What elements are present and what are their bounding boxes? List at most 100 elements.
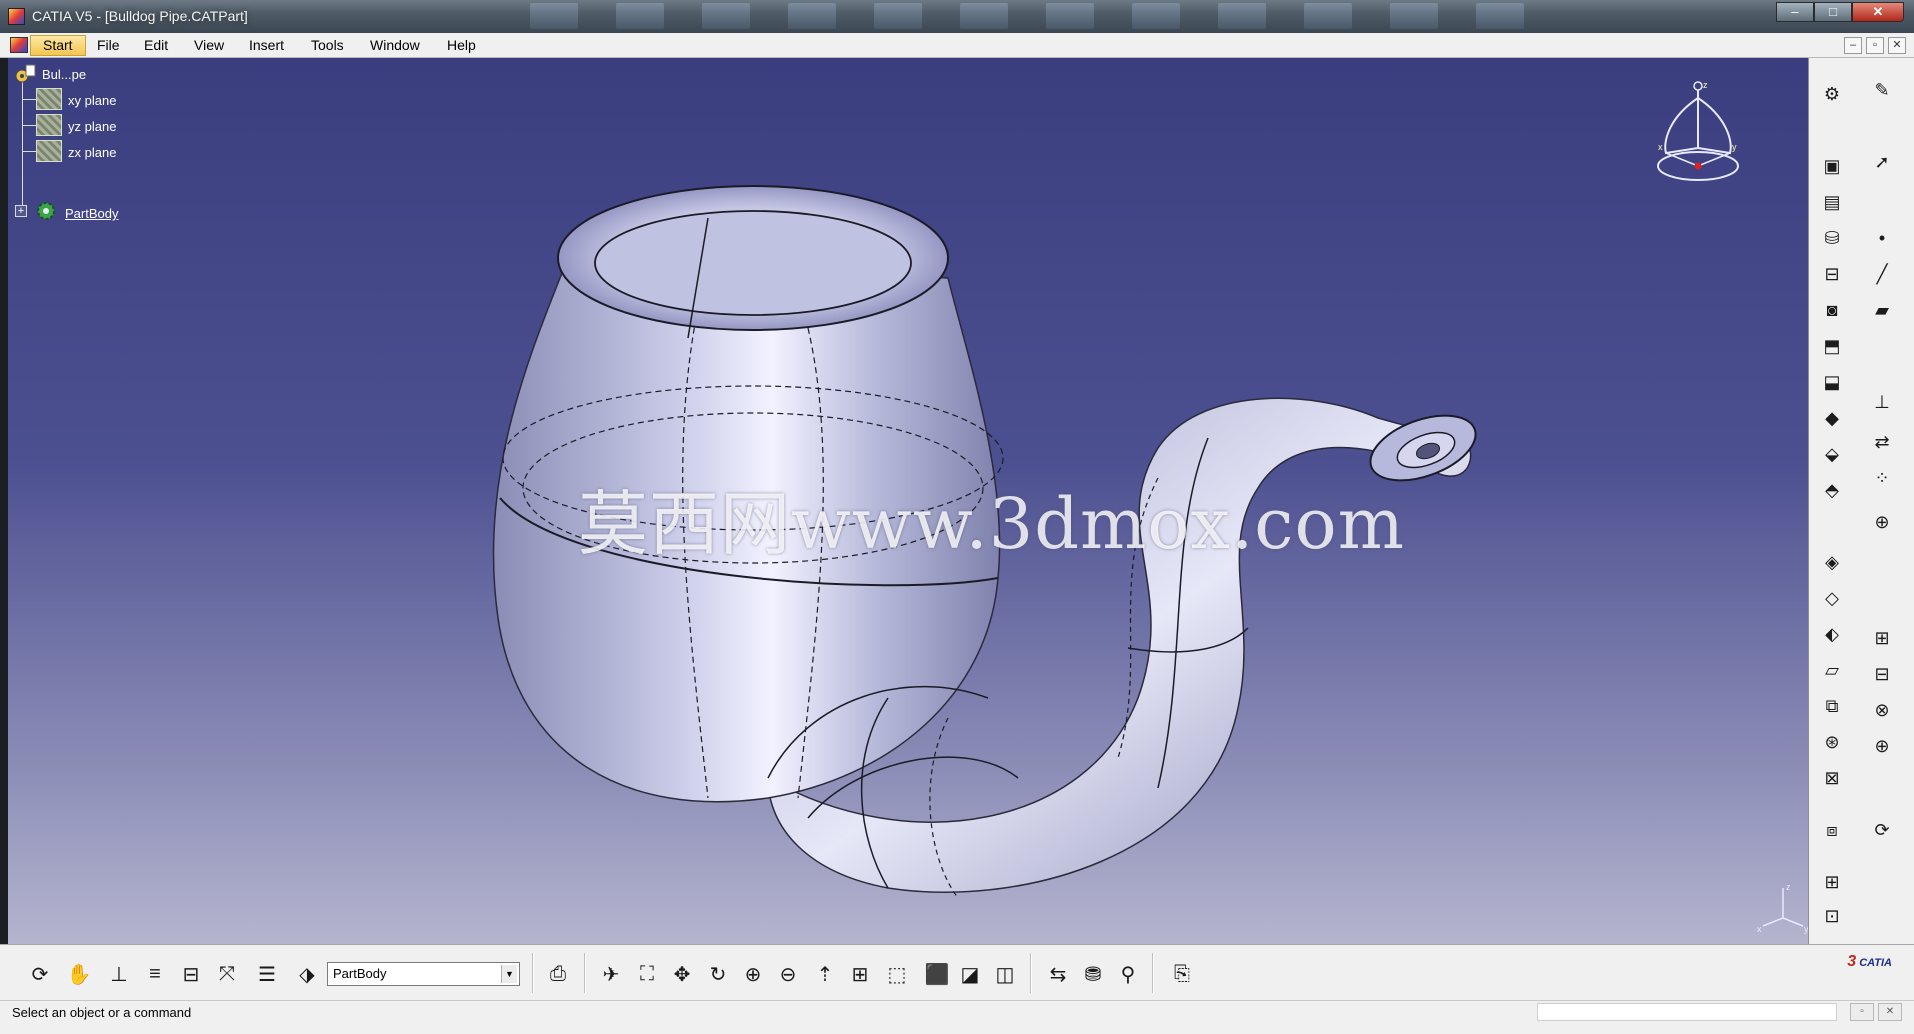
document-icon[interactable] — [10, 37, 28, 53]
reference-icon[interactable]: ▤ — [1819, 190, 1845, 214]
pan-hand-icon[interactable]: ✋ — [64, 959, 94, 989]
shading-icon[interactable]: ◪ — [955, 959, 985, 989]
menu-file[interactable]: File — [97, 37, 120, 53]
menu-view[interactable]: View — [194, 37, 224, 53]
list-icon[interactable]: ☰ — [252, 959, 282, 989]
pocket-icon[interactable]: ⊟ — [1819, 262, 1845, 286]
axis-system-icon[interactable]: ⊥ — [104, 959, 134, 989]
body-selector-dropdown[interactable]: PartBody ▼ — [327, 962, 520, 986]
status-button-2[interactable]: ✕ — [1878, 1003, 1902, 1021]
compass-widget[interactable]: z x y — [1648, 78, 1748, 198]
zoom-area-icon[interactable]: ⊕ — [1869, 510, 1895, 534]
split-icon[interactable]: ⊠ — [1819, 766, 1845, 790]
constraint-icon[interactable]: ≡ — [140, 959, 170, 989]
maximize-button[interactable]: □ — [1814, 2, 1852, 22]
fillet-icon[interactable]: ◈ — [1819, 550, 1845, 574]
thumbnail — [616, 3, 664, 29]
thumbnail — [960, 3, 1008, 29]
mirror-icon[interactable]: ⧈ — [1819, 818, 1845, 842]
menu-start[interactable]: Start — [30, 35, 86, 56]
scan-icon[interactable]: ⤧ — [212, 959, 242, 989]
loft-icon[interactable]: ⬘ — [1819, 478, 1845, 502]
toolbar-separator — [532, 953, 534, 993]
plane-icon[interactable]: ▰ — [1869, 298, 1895, 322]
zoom-in-icon[interactable]: ⊕ — [738, 959, 768, 989]
normal-view-icon[interactable]: ⇡ — [810, 959, 840, 989]
rotate-icon[interactable]: ↻ — [703, 959, 733, 989]
doc-close-button[interactable]: ✕ — [1888, 37, 1906, 54]
sketcher-icon[interactable]: ▣ — [1819, 154, 1845, 178]
hide-show-icon[interactable]: ◫ — [990, 959, 1020, 989]
zoom-out-icon[interactable]: ⊖ — [773, 959, 803, 989]
apply-material-icon[interactable]: ⛃ — [1078, 959, 1108, 989]
pattern-grid-icon[interactable]: ⁘ — [1869, 466, 1895, 490]
axis-system-icon[interactable]: ⊥ — [1869, 390, 1895, 414]
compass-x-label: x — [1658, 142, 1663, 152]
swap-visible-space-icon[interactable]: ⇆ — [1043, 959, 1073, 989]
thumbnail — [1476, 3, 1524, 29]
boolean-add-icon[interactable]: ⊞ — [1869, 626, 1895, 650]
draft-icon[interactable]: ⬖ — [1819, 622, 1845, 646]
pattern-icon[interactable]: ⊞ — [1819, 870, 1845, 894]
update-icon[interactable]: ⟳ — [25, 959, 55, 989]
thumbnail — [1390, 3, 1438, 29]
menu-insert[interactable]: Insert — [249, 37, 284, 53]
menu-help[interactable]: Help — [447, 37, 476, 53]
slot-icon[interactable]: ◆ — [1819, 406, 1845, 430]
menu-window[interactable]: Window — [370, 37, 420, 53]
triad-x-label: x — [1757, 924, 1762, 934]
select-arrow-icon[interactable]: ➚ — [1869, 150, 1895, 174]
menu-edit[interactable]: Edit — [144, 37, 168, 53]
catia-logo: 3 CATIA — [1847, 953, 1892, 971]
power-input-field[interactable] — [1537, 1003, 1837, 1021]
3d-viewport[interactable]: Bul...pe xy plane yz plane zx plane + Pa… — [8, 58, 1814, 944]
sketch-icon[interactable]: ✎ — [1869, 78, 1895, 102]
background-taskbar-thumbnails — [530, 3, 1630, 31]
print-icon[interactable]: ⎙ — [543, 959, 573, 989]
measure-icon[interactable]: ⚲ — [1113, 959, 1143, 989]
boolean-union-icon[interactable]: ⊕ — [1869, 734, 1895, 758]
menu-tools[interactable]: Tools — [311, 37, 344, 53]
compass-y-label: y — [1732, 142, 1737, 152]
thumbnail — [530, 3, 578, 29]
shell-icon[interactable]: ▱ — [1819, 658, 1845, 682]
thread-icon[interactable]: ⊛ — [1819, 730, 1845, 754]
shaft-icon[interactable]: ◙ — [1819, 298, 1845, 322]
chamfer-icon[interactable]: ◇ — [1819, 586, 1845, 610]
status-button-1[interactable]: ▫ — [1850, 1003, 1874, 1021]
multi-view-icon[interactable]: ⊞ — [845, 959, 875, 989]
point-icon[interactable]: • — [1869, 226, 1895, 250]
pad-icon[interactable]: ⬒ — [1819, 334, 1845, 358]
thumbnail — [788, 3, 836, 29]
compass-z-label: z — [1703, 80, 1708, 90]
formula-icon[interactable]: ⊟ — [176, 959, 206, 989]
catia-application-window: CATIA V5 - [Bulldog Pipe.CATPart] – □ ✕ … — [0, 0, 1914, 1034]
boolean-remove-icon[interactable]: ⊟ — [1869, 662, 1895, 686]
chevron-down-icon[interactable]: ▼ — [501, 965, 517, 983]
compass-icon[interactable]: ⚙ — [1819, 82, 1845, 106]
translate-icon[interactable]: ⇄ — [1869, 430, 1895, 454]
stiffener-icon[interactable]: ⬙ — [1819, 442, 1845, 466]
rib-icon[interactable]: ⬓ — [1819, 370, 1845, 394]
capture-camera-icon[interactable]: ⎘ — [1167, 959, 1197, 989]
iso-view-icon[interactable]: ⬚ — [882, 959, 912, 989]
fly-mode-icon[interactable]: ✈ — [596, 959, 626, 989]
boolean-intersect-icon[interactable]: ⊗ — [1869, 698, 1895, 722]
window-title: CATIA V5 - [Bulldog Pipe.CATPart] — [32, 8, 248, 24]
analysis-icon[interactable]: ⟳ — [1869, 818, 1895, 842]
doc-restore-button[interactable]: ▫ — [1866, 37, 1884, 54]
scaling-icon[interactable]: ⊡ — [1819, 904, 1845, 928]
doc-minimize-button[interactable]: – — [1844, 37, 1862, 54]
render-style-icon[interactable]: ⬛ — [922, 959, 952, 989]
hole-icon[interactable]: ⛁ — [1819, 226, 1845, 250]
catia-app-icon[interactable] — [8, 8, 25, 25]
line-icon[interactable]: ╱ — [1869, 262, 1895, 286]
minimize-button[interactable]: – — [1776, 2, 1814, 22]
body-icon[interactable]: ⬗ — [292, 959, 322, 989]
status-bar: Select an object or a command ▫ ✕ — [0, 1000, 1914, 1034]
thickness-icon[interactable]: ⧉ — [1819, 694, 1845, 718]
fit-all-icon[interactable]: ⛶ — [632, 959, 662, 989]
status-bar-buttons: ▫ ✕ — [1850, 1003, 1902, 1021]
close-button[interactable]: ✕ — [1852, 2, 1904, 22]
pan-icon[interactable]: ✥ — [667, 959, 697, 989]
